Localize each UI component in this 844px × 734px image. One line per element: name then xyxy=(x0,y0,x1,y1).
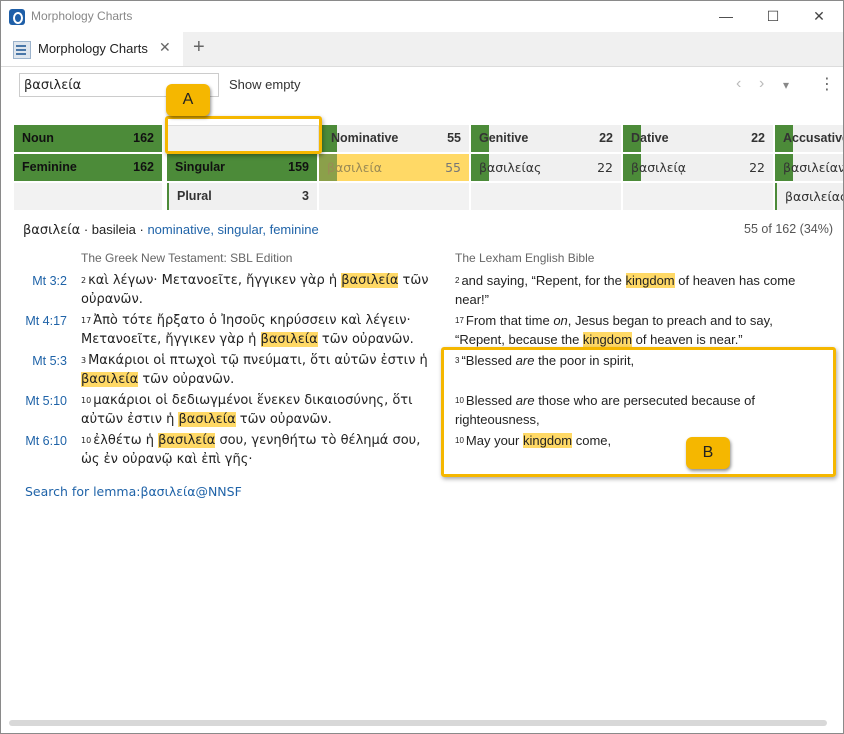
greek-verse: 10 ἐλθέτω ἡ βασιλεία σου, γενηθήτω τὸ θέλ… xyxy=(81,433,421,467)
verse-ref-link[interactable]: Mt 4:17 xyxy=(25,314,67,328)
minimize-button[interactable]: — xyxy=(716,6,736,26)
close-tab-icon[interactable]: ✕ xyxy=(159,39,171,56)
chart-cell-form-plural-accusative[interactable]: βασιλείας xyxy=(775,183,843,210)
tab-morphology-charts[interactable]: Morphology Charts ✕ xyxy=(1,32,183,66)
english-verse: 2 and saying, “Repent, for the kingdom of… xyxy=(455,273,796,307)
verse-ref-link[interactable]: Mt 5:3 xyxy=(25,354,67,368)
horizontal-scrollbar[interactable] xyxy=(9,720,827,726)
greek-column-heading: The Greek New Testament: SBL Edition xyxy=(81,251,293,265)
chart-cell-form-dative[interactable]: βασιλείᾳ 22 xyxy=(623,154,773,181)
chart-cell-genitive[interactable]: Genitive 22 xyxy=(471,125,621,152)
parse-link[interactable]: nominative, singular, feminine xyxy=(147,222,318,237)
chart-cell-dative[interactable]: Dative 22 xyxy=(623,125,773,152)
chart-cell-nominative[interactable]: Nominative 55 xyxy=(319,125,469,152)
show-empty-button[interactable]: Show empty xyxy=(229,77,301,92)
result-count: 55 of 162 (34%) xyxy=(744,222,833,236)
chart-cell-feminine[interactable]: Feminine 162 xyxy=(14,154,162,181)
verse-ref-link[interactable]: Mt 5:10 xyxy=(25,394,67,408)
greek-verse: 17 Ἀπὸ τότε ἤρξατο ὁ Ἰησοῦς κηρύσσειν καὶ… xyxy=(81,313,414,347)
greek-verse: 3 Μακάριοι οἱ πτωχοὶ τῷ πνεύματι, ὅτι αὐτ… xyxy=(81,353,428,387)
chart-cell-noun[interactable]: Noun 162 xyxy=(14,125,162,152)
chart-cell-blank xyxy=(319,183,469,210)
english-verse: 17 From that time on, Jesus began to prea… xyxy=(455,313,773,347)
chart-cell-form-nominative[interactable]: βασιλεία 55 xyxy=(319,154,469,181)
app-logo-icon xyxy=(9,9,25,25)
window-title: Morphology Charts xyxy=(31,9,133,23)
chart-icon xyxy=(13,41,31,59)
lemma-text: βασιλεία xyxy=(23,223,81,238)
verse-ref-link[interactable]: Mt 3:2 xyxy=(25,274,67,288)
english-column-heading: The Lexham English Bible xyxy=(455,251,595,265)
chevron-down-icon[interactable]: ▾ xyxy=(783,78,789,92)
callout-a-frame xyxy=(165,116,322,154)
toolbar: Show empty ‹ › ▾ ⋮ xyxy=(1,67,843,103)
chart-cell-form-genitive[interactable]: βασιλείας 22 xyxy=(471,154,621,181)
tab-bar: Morphology Charts ✕ + xyxy=(1,32,843,67)
title-bar: Morphology Charts — ☐ ✕ xyxy=(1,1,843,32)
search-lemma-link[interactable]: Search for lemma:βασιλεία@NNSF xyxy=(25,484,242,499)
close-window-button[interactable]: ✕ xyxy=(809,6,829,26)
transliteration-text: basileia xyxy=(91,222,136,237)
callout-a-badge: A xyxy=(166,84,210,116)
greek-verse: 2 καὶ λέγων· Μετανοεῖτε, ἤγγικεν γὰρ ἡ βα… xyxy=(81,273,429,307)
selection-summary: βασιλεία · basileia · nominative, singul… xyxy=(23,222,319,238)
add-tab-button[interactable]: + xyxy=(193,36,205,59)
greek-verse: 10 μακάριοι οἱ δεδιωγμένοι ἕνεκεν δικαιοσ… xyxy=(81,393,413,427)
chart-cell-blank xyxy=(623,183,773,210)
more-options-icon[interactable]: ⋮ xyxy=(819,74,835,94)
forward-arrow-icon[interactable]: › xyxy=(759,75,764,93)
chart-cell-form-accusative[interactable]: βασιλείαν xyxy=(775,154,843,181)
chart-cell-blank xyxy=(471,183,621,210)
callout-b-frame xyxy=(441,347,836,477)
morphology-chart: Noun 162 Nominative 55 Genitive 22 Dativ… xyxy=(14,125,843,211)
callout-b-badge: B xyxy=(686,437,730,469)
chart-cell-plural[interactable]: Plural 3 xyxy=(167,183,317,210)
tab-label: Morphology Charts xyxy=(38,41,148,56)
back-arrow-icon[interactable]: ‹ xyxy=(736,75,741,93)
chart-cell-blank xyxy=(14,183,162,210)
chart-cell-accusative[interactable]: Accusative xyxy=(775,125,843,152)
app-window: Morphology Charts — ☐ ✕ Morphology Chart… xyxy=(0,0,844,734)
chart-cell-singular[interactable]: Singular 159 xyxy=(167,154,317,181)
maximize-button[interactable]: ☐ xyxy=(763,6,783,26)
verse-ref-link[interactable]: Mt 6:10 xyxy=(25,434,67,448)
